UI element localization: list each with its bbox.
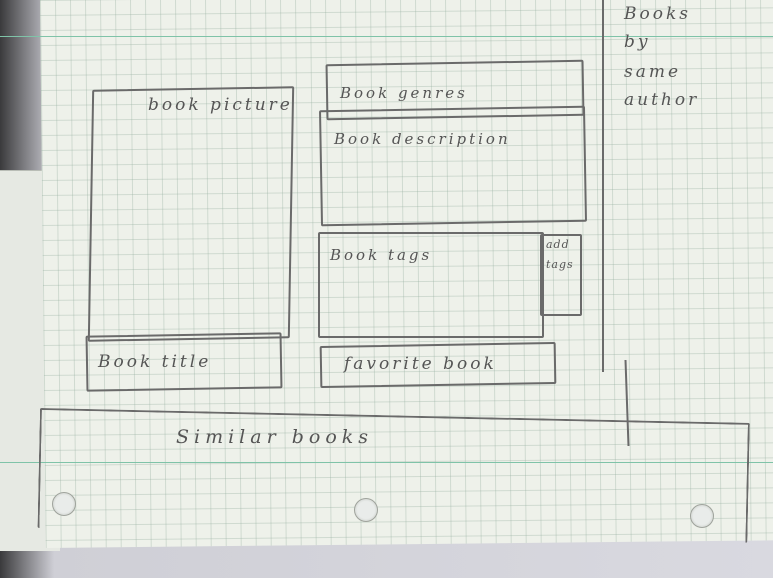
book-description-box: [319, 105, 587, 227]
add-tags-label-line1: add: [546, 238, 570, 251]
sidebar-same-label: same: [624, 62, 682, 82]
book-picture-label: book picture: [148, 95, 293, 115]
sidebar-by-label: by: [624, 32, 651, 52]
top-margin-line: [0, 36, 773, 37]
sidebar-author-label: author: [624, 90, 700, 110]
book-title-label: Book title: [98, 352, 212, 372]
binder-hole-left: [52, 492, 76, 516]
sidebar-divider: [602, 0, 604, 372]
binder-hole-center: [354, 498, 378, 522]
binder-hole-right: [690, 504, 714, 528]
book-tags-label: Book tags: [330, 246, 433, 264]
book-description-label: Book description: [334, 130, 511, 148]
similar-books-label: Similar books: [176, 426, 374, 448]
add-tags-label-line2: tags: [546, 258, 574, 271]
similar-books-box: [37, 408, 750, 543]
book-genres-label: Book genres: [340, 84, 468, 102]
book-picture-box: [87, 86, 295, 342]
sidebar-books-label: Books: [624, 4, 691, 24]
favorite-book-label: favorite book: [344, 354, 497, 374]
